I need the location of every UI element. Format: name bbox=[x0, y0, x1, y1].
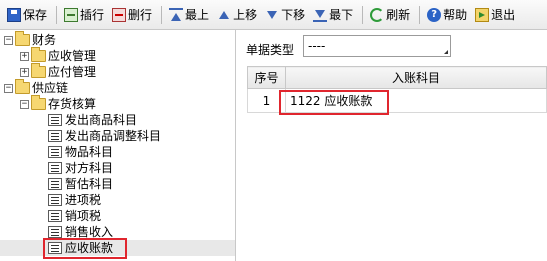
tree-leaf[interactable]: 对方科目 bbox=[48, 160, 113, 176]
folder-open-icon bbox=[15, 31, 30, 46]
list-icon bbox=[48, 178, 62, 190]
move-bottom-button[interactable]: 最下 bbox=[310, 4, 356, 26]
toolbar-separator bbox=[56, 5, 58, 24]
tree-leaf[interactable]: 暂估科目 bbox=[48, 176, 113, 192]
move-down-button[interactable]: 下移 bbox=[262, 4, 308, 26]
column-header-account: 入账科目 bbox=[285, 66, 547, 89]
list-icon bbox=[48, 130, 62, 142]
tree-leaf[interactable]: 发出商品调整科目 bbox=[48, 128, 161, 144]
help-label: 帮助 bbox=[443, 8, 468, 22]
save-icon bbox=[7, 7, 21, 22]
toolbar-separator bbox=[419, 5, 421, 24]
tree-node-receivable-mgmt[interactable]: + 应收管理 bbox=[20, 47, 97, 64]
toolbar: 保存 插行 删行 最上 上移 下移 最下 刷新 ? 帮助 退出 bbox=[0, 0, 547, 30]
tree-node-payable-mgmt[interactable]: + 应付管理 bbox=[20, 63, 97, 80]
refresh-button[interactable]: 刷新 bbox=[367, 4, 413, 26]
tree-node-supply-chain[interactable]: − 供应链 bbox=[4, 79, 69, 96]
folder-open-icon bbox=[31, 95, 46, 110]
tree-leaf[interactable]: 进项税 bbox=[48, 192, 101, 208]
refresh-icon bbox=[370, 7, 385, 22]
column-header-seq: 序号 bbox=[247, 66, 286, 89]
toolbar-separator bbox=[362, 5, 364, 24]
highlight-box bbox=[43, 238, 127, 259]
move-up-icon bbox=[217, 8, 231, 22]
tree-node-label: 存货核算 bbox=[48, 97, 97, 111]
tree-node-inventory-accounting[interactable]: − 存货核算 bbox=[20, 95, 97, 112]
doc-type-select[interactable]: ---- bbox=[303, 35, 451, 57]
move-down-icon bbox=[265, 8, 279, 22]
move-top-button[interactable]: 最上 bbox=[166, 4, 212, 26]
tree-leaf-label: 发出商品科目 bbox=[65, 113, 138, 127]
collapse-icon[interactable]: − bbox=[4, 35, 13, 45]
detail-panel: 单据类型 ---- 序号 入账科目 1 1122 应收账款 bbox=[237, 30, 547, 261]
folder-open-icon bbox=[15, 79, 30, 94]
tree-leaf-label: 暂估科目 bbox=[65, 177, 114, 191]
expand-icon[interactable]: + bbox=[20, 51, 29, 61]
tree-node-label: 财务 bbox=[32, 33, 57, 47]
save-label: 保存 bbox=[23, 8, 48, 22]
tree-leaf-label: 销项税 bbox=[65, 209, 102, 223]
delete-row-icon bbox=[112, 7, 127, 22]
move-up-button[interactable]: 上移 bbox=[214, 4, 260, 26]
collapse-icon[interactable]: − bbox=[20, 99, 29, 109]
move-up-label: 上移 bbox=[233, 8, 258, 22]
tree-node-label: 应付管理 bbox=[48, 65, 97, 79]
list-icon bbox=[48, 194, 62, 206]
toolbar-separator bbox=[161, 5, 163, 24]
exit-icon bbox=[475, 7, 490, 22]
doc-type-value: ---- bbox=[308, 39, 326, 53]
move-bottom-label: 最下 bbox=[329, 8, 354, 22]
exit-button[interactable]: 退出 bbox=[472, 4, 518, 26]
list-icon bbox=[48, 210, 62, 222]
tree-leaf[interactable]: 发出商品科目 bbox=[48, 112, 137, 128]
highlight-box bbox=[279, 90, 389, 115]
refresh-label: 刷新 bbox=[386, 8, 411, 22]
delete-row-label: 删行 bbox=[128, 8, 153, 22]
list-icon bbox=[48, 162, 62, 174]
delete-row-button[interactable]: 删行 bbox=[109, 4, 155, 26]
tree-node-label: 供应链 bbox=[32, 81, 69, 95]
tree-node-finance[interactable]: − 财务 bbox=[4, 31, 57, 48]
collapse-icon[interactable]: − bbox=[4, 83, 13, 93]
grid-header-row: 序号 入账科目 bbox=[247, 66, 547, 89]
tree-leaf[interactable]: 销项税 bbox=[48, 208, 101, 224]
list-icon bbox=[48, 114, 62, 126]
tree-leaf-label: 对方科目 bbox=[65, 161, 114, 175]
move-down-label: 下移 bbox=[281, 8, 306, 22]
insert-row-icon bbox=[64, 7, 79, 22]
tree-leaf-label: 进项税 bbox=[65, 193, 102, 207]
help-icon: ? bbox=[427, 7, 442, 22]
exit-label: 退出 bbox=[491, 8, 516, 22]
folder-icon bbox=[31, 47, 46, 62]
move-top-icon bbox=[169, 7, 184, 22]
expand-icon[interactable]: + bbox=[20, 67, 29, 77]
tree-leaf[interactable]: 物品科目 bbox=[48, 144, 113, 160]
move-bottom-icon bbox=[313, 8, 328, 22]
save-button[interactable]: 保存 bbox=[4, 4, 50, 26]
help-button[interactable]: ? 帮助 bbox=[424, 4, 470, 26]
insert-row-label: 插行 bbox=[80, 8, 105, 22]
tree-node-label: 应收管理 bbox=[48, 49, 97, 63]
insert-row-button[interactable]: 插行 bbox=[61, 4, 107, 26]
tree-panel: − 财务 + 应收管理 + 应付管理 − 供应链 − 存货核算 发出商品科目 发… bbox=[0, 30, 236, 261]
folder-icon bbox=[31, 63, 46, 78]
list-icon bbox=[48, 226, 62, 238]
tree-leaf-label: 物品科目 bbox=[65, 145, 114, 159]
move-top-label: 最上 bbox=[185, 8, 210, 22]
doc-type-label: 单据类型 bbox=[246, 43, 295, 57]
list-icon bbox=[48, 146, 62, 158]
tree-leaf-label: 发出商品调整科目 bbox=[65, 129, 162, 143]
